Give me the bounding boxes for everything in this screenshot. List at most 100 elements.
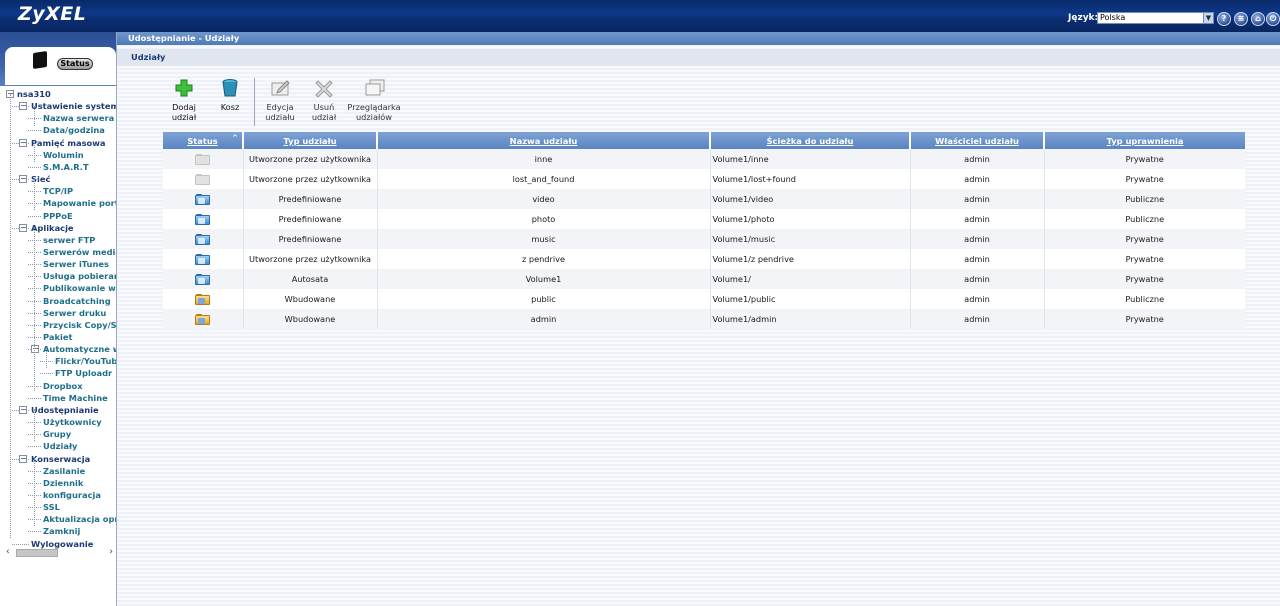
path-cell: Volume1/inne xyxy=(709,149,910,169)
tree-item-serwer-druku[interactable]: Serwer druku xyxy=(43,307,106,319)
tree-item-ftp-uploadr[interactable]: FTP Uploadr xyxy=(55,367,112,379)
table-row[interactable]: Utworzone przez użytkownika lost_and_foun… xyxy=(163,169,1245,189)
collapse-toggle-icon[interactable]: − xyxy=(19,102,27,111)
table-row[interactable]: Autosata Volume1 Volume1/admin Prywatne xyxy=(163,269,1245,289)
tree-item-zamknij[interactable]: Zamknij xyxy=(43,525,80,537)
trash-label: Kosz xyxy=(220,102,240,112)
tree-item-broadcatching[interactable]: Broadcatching xyxy=(43,295,111,307)
tree-item-wolumin[interactable]: Wolumin xyxy=(43,149,84,161)
tree-guide-line xyxy=(34,227,35,391)
add-share-button[interactable]: Dodaj udział xyxy=(169,78,199,122)
tree-item-ssl[interactable]: SSL xyxy=(43,501,60,513)
tree-item-mapowanie-portów[interactable]: Mapowanie portów xyxy=(43,197,116,209)
tree-item-zasilanie[interactable]: Zasilanie xyxy=(43,465,85,477)
tree-item-tcp-ip[interactable]: TCP/IP xyxy=(43,185,73,197)
help-icon[interactable]: ? xyxy=(1217,12,1231,26)
owner-cell: admin xyxy=(909,249,1044,269)
tree-item-użytkownicy[interactable]: Użytkownicy xyxy=(43,416,102,428)
scroll-right-icon[interactable]: › xyxy=(109,547,113,557)
owner-cell: admin xyxy=(909,149,1044,169)
owner-cell: admin xyxy=(909,229,1044,249)
tree-item-przycisk-copy-sync[interactable]: Przycisk Copy/Sync xyxy=(43,319,116,331)
tree-item-konfiguracja[interactable]: konfiguracja xyxy=(43,489,101,501)
column-header-type[interactable]: Typ udziału xyxy=(242,132,377,149)
tree-item-publikowanie-w-sieci[interactable]: Publikowanie w sieci xyxy=(43,282,116,294)
tree-item-dropbox[interactable]: Dropbox xyxy=(43,380,83,392)
column-header-path[interactable]: Ścieżka do udziału xyxy=(709,132,910,149)
name-cell: video xyxy=(376,189,710,209)
tree-item-usługa-pobierania[interactable]: Usługa pobierania xyxy=(43,270,116,282)
tree-item-serwer-ftp[interactable]: serwer FTP xyxy=(43,234,95,246)
tree-item-ustawienie-systemu[interactable]: Ustawienie systemu xyxy=(31,100,116,112)
column-header-status[interactable]: Status ^ xyxy=(163,132,243,149)
tree-item-automatyczne-wysyłanie[interactable]: Automatyczne wysyłanie xyxy=(43,343,116,355)
column-header-owner[interactable]: Właściciel udziału xyxy=(909,132,1044,149)
table-row[interactable]: Utworzone przez użytkownika inne Volume1/i… xyxy=(163,149,1245,169)
info-icon[interactable]: ≡ xyxy=(1234,12,1248,26)
tree-item-serwerów-mediów[interactable]: Serwerów mediów xyxy=(43,246,116,258)
status-button[interactable]: Status xyxy=(57,58,93,70)
tree-item-s-m-a-r-t[interactable]: S.M.A.R.T xyxy=(43,161,89,173)
tree-item-aplikacje[interactable]: Aplikacje xyxy=(31,222,74,234)
tree-connector xyxy=(28,397,41,399)
collapse-toggle-icon[interactable]: − xyxy=(19,223,27,232)
column-header-permission[interactable]: Typ uprawnienia xyxy=(1043,132,1245,149)
chevron-down-icon[interactable]: ▼ xyxy=(1203,13,1213,23)
tree-connector xyxy=(28,531,41,533)
delete-share-button[interactable]: Usuń udział xyxy=(310,78,338,122)
tree-item-grupy[interactable]: Grupy xyxy=(43,428,71,440)
tree-item-udostępnianie[interactable]: Udostępnianie xyxy=(31,404,99,416)
tree-item-udziały[interactable]: Udziały xyxy=(43,440,77,452)
edit-share-button[interactable]: Edycja udziału xyxy=(262,78,298,122)
table-row[interactable]: Wbudowane public Volume1/public admin Public… xyxy=(163,289,1245,309)
permission-cell: Prywatne xyxy=(1043,149,1245,169)
language-select[interactable]: Polska ▼ xyxy=(1097,12,1214,24)
tree-item-pppoe[interactable]: PPPoE xyxy=(43,210,73,222)
orange-builtin-folder-icon xyxy=(195,313,211,325)
plus-icon xyxy=(174,78,194,98)
delete-icon xyxy=(314,78,334,98)
permission-cell: Publiczne xyxy=(1043,189,1245,209)
name-cell: lost_and_found xyxy=(376,169,710,189)
status-header: Status xyxy=(0,32,116,86)
tree-item-pamięć-masowa[interactable]: Pamięć masowa xyxy=(31,137,106,149)
owner-cell: admin xyxy=(909,189,1044,209)
collapse-toggle-icon[interactable]: − xyxy=(19,405,27,414)
type-cell: Predefiniowane xyxy=(242,209,377,229)
status-tab[interactable]: Status xyxy=(5,47,116,85)
scrollbar-thumb[interactable] xyxy=(16,549,58,557)
trash-button[interactable]: Kosz xyxy=(217,78,243,112)
table-row[interactable]: Wbudowane admin Volume1/admin admin Prywatne xyxy=(163,309,1245,329)
tree-guide-line xyxy=(10,94,11,538)
collapse-toggle-icon[interactable]: − xyxy=(19,138,27,147)
tree-item-konserwacja[interactable]: Konserwacja xyxy=(31,453,90,465)
edit-share-label: Edycja udziału xyxy=(265,102,295,122)
collapse-toggle-icon[interactable]: − xyxy=(19,454,27,463)
collapse-toggle-icon[interactable]: − xyxy=(31,345,39,354)
tree-item-nazwa-serwera[interactable]: Nazwa serwera xyxy=(43,112,114,124)
tree-item-dziennik[interactable]: Dziennik xyxy=(43,477,83,489)
scroll-left-icon[interactable]: ‹ xyxy=(6,547,10,557)
column-header-name[interactable]: Nazwa udziału xyxy=(376,132,710,149)
table-row[interactable]: Utworzone przez użytkownika z pendrive Vol… xyxy=(163,249,1245,269)
tree-item-serwer-itunes[interactable]: Serwer iTunes xyxy=(43,258,109,270)
navigation-tree: − nsa310− Ustawienie systemu Nazwa serwera D… xyxy=(0,86,116,556)
tree-item-time-machine[interactable]: Time Machine xyxy=(43,392,108,404)
tree-connector xyxy=(12,543,29,545)
table-row[interactable]: Predefiniowane music Volume1/music admin Pry… xyxy=(163,229,1245,249)
name-cell: photo xyxy=(376,209,710,229)
share-browser-button[interactable]: Przeglądarka udziałów xyxy=(346,78,402,122)
home-icon[interactable]: ⌂ xyxy=(1251,12,1265,26)
table-row[interactable]: Predefiniowane video Volume1/video admin Pub… xyxy=(163,189,1245,209)
logout-icon[interactable]: ⏻ xyxy=(1266,12,1280,26)
tree-item-nsa310[interactable]: nsa310 xyxy=(17,88,51,100)
tree-item-aktualizacja-oprogramowania[interactable]: Aktualizacja oprogramowania xyxy=(43,513,116,525)
sidebar-horizontal-scrollbar[interactable]: ‹ › xyxy=(6,547,115,558)
table-row[interactable]: Predefiniowane photo Volume1/photo admin Pub… xyxy=(163,209,1245,229)
tree-item-data-godzina[interactable]: Data/godzina xyxy=(43,124,105,136)
tree-item-pakiet[interactable]: Pakiet xyxy=(43,331,72,343)
delete-share-label: Usuń udział xyxy=(311,102,337,122)
tree-guide-line xyxy=(34,142,35,162)
tree-item-flickr-youtube[interactable]: Flickr/YouTube xyxy=(55,355,116,367)
collapse-toggle-icon[interactable]: − xyxy=(19,175,27,184)
